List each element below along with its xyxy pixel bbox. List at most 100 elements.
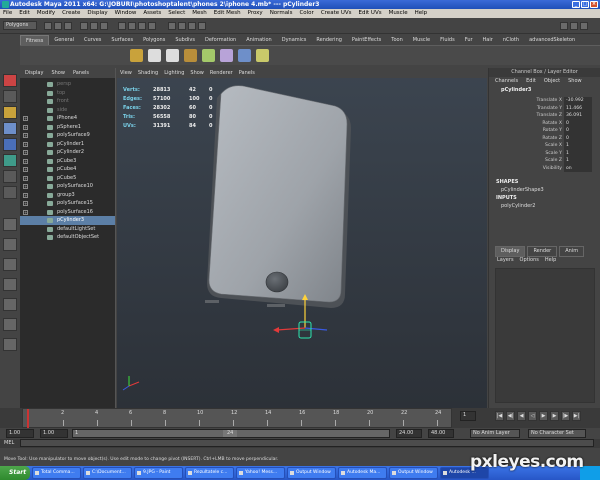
character-set-dropdown[interactable]: No Character Set	[528, 429, 586, 438]
outliner-item[interactable]: + iPhone4	[20, 114, 115, 123]
shelf-tab-dynamics[interactable]: Dynamics	[277, 35, 312, 45]
attribute-editor-toggle-icon[interactable]	[570, 22, 578, 30]
layout-script-icon[interactable]	[3, 338, 17, 351]
current-time-indicator[interactable]	[27, 409, 29, 428]
channel-box-menu-show[interactable]: Show	[568, 77, 582, 86]
menu-modify[interactable]: Modify	[37, 9, 55, 18]
layer-tab-anim[interactable]: Anim	[559, 246, 585, 257]
outliner-item[interactable]: + polySurface10	[20, 182, 115, 191]
render-icon[interactable]	[178, 22, 186, 30]
expand-icon[interactable]: +	[23, 133, 28, 138]
shelf-tool-icon[interactable]	[202, 49, 215, 62]
history-icon[interactable]	[168, 22, 176, 30]
shelf-tab-toon[interactable]: Toon	[386, 35, 408, 45]
attribute-value[interactable]: 1	[564, 157, 592, 165]
layout-persp-graph-icon[interactable]	[3, 278, 17, 291]
shelf-tool-icon[interactable]	[148, 49, 161, 62]
menu-select[interactable]: Select	[168, 9, 185, 18]
render-settings-icon[interactable]	[198, 22, 206, 30]
outliner-item[interactable]: front	[20, 97, 115, 106]
step-back-frame-icon[interactable]: ◀	[517, 411, 526, 421]
shelf-tab-animation[interactable]: Animation	[241, 35, 277, 45]
outliner-menu-panels[interactable]: Panels	[73, 68, 89, 78]
menu-mesh[interactable]: Mesh	[192, 9, 206, 18]
channel-attribute[interactable]: Translate Z 36.091	[489, 112, 600, 120]
menu-normals[interactable]: Normals	[270, 9, 293, 18]
channel-attribute[interactable]: Rotate Z0	[489, 134, 600, 142]
taskbar-button[interactable]: Total Comma...	[32, 467, 81, 479]
expand-icon[interactable]: +	[23, 175, 28, 181]
shelf-tab-fitness[interactable]: Fitness	[20, 35, 50, 45]
shelf-tab-advancedskeleton[interactable]: advancedSkeleton	[524, 35, 580, 45]
outliner-item[interactable]: + pCylinder2	[20, 148, 115, 157]
attribute-value[interactable]: 1	[564, 142, 592, 150]
outliner-item[interactable]: + pCube3	[20, 157, 115, 166]
outliner-item[interactable]: + pCube4	[20, 165, 115, 174]
select-component-icon[interactable]	[100, 22, 108, 30]
play-forward-icon[interactable]: ▶	[539, 411, 548, 421]
attribute-value[interactable]: 36.091	[564, 112, 592, 120]
command-input[interactable]	[20, 439, 594, 447]
shelf-tab-fur[interactable]: Fur	[460, 35, 478, 45]
outliner-menu-display[interactable]: Display	[25, 68, 43, 78]
layout-persp-outliner-icon[interactable]	[3, 258, 17, 271]
menuset-dropdown[interactable]: Polygons	[3, 21, 37, 30]
menu-edit-uvs[interactable]: Edit UVs	[359, 9, 382, 18]
shelf-tool-icon[interactable]	[256, 49, 269, 62]
current-frame-field[interactable]: 1	[460, 411, 476, 421]
outliner-item[interactable]: + polySurface16	[20, 208, 115, 217]
layer-menu-options[interactable]: Options	[520, 256, 539, 264]
shelf-tab-painteffects[interactable]: PaintEffects	[347, 35, 386, 45]
go-to-end-icon[interactable]: ▶|	[572, 411, 581, 421]
channel-attribute[interactable]: Rotate Y0	[489, 127, 600, 135]
outliner-item[interactable]: defaultObjectSet	[20, 233, 115, 242]
snap-grid-icon[interactable]	[118, 22, 126, 30]
shelf-tab-subdivs[interactable]: Subdivs	[170, 35, 200, 45]
time-slider-track[interactable]: 2 4 6 8 10 12 14 16 18 20 22 24	[22, 408, 452, 428]
step-back-key-icon[interactable]: ◀|	[506, 411, 515, 421]
layer-menu-layers[interactable]: Layers	[497, 256, 514, 264]
taskbar-button[interactable]: Rezultatele c...	[185, 467, 234, 479]
select-tool-icon[interactable]	[3, 74, 17, 87]
snap-point-icon[interactable]	[138, 22, 146, 30]
menu-create[interactable]: Create	[62, 9, 80, 18]
shelf-tool-icon[interactable]	[220, 49, 233, 62]
menu-display[interactable]: Display	[87, 9, 107, 18]
select-object-icon[interactable]	[90, 22, 98, 30]
expand-icon[interactable]: +	[23, 150, 28, 155]
start-button[interactable]: Start	[0, 466, 30, 480]
input-node-name[interactable]: polyCylinder2	[489, 202, 600, 210]
shelf-tool-icon[interactable]	[184, 49, 197, 62]
menu-muscle[interactable]: Muscle	[389, 9, 408, 18]
open-scene-icon[interactable]	[54, 22, 62, 30]
tool-settings-toggle-icon[interactable]	[580, 22, 588, 30]
play-backward-icon[interactable]: ◁	[528, 411, 537, 421]
expand-icon[interactable]: +	[23, 158, 28, 164]
minimize-button[interactable]: _	[572, 1, 580, 8]
close-button[interactable]: ×	[590, 1, 598, 8]
manipulator-tool-icon[interactable]	[3, 170, 17, 183]
shelf-tab-deformation[interactable]: Deformation	[200, 35, 241, 45]
outliner-item[interactable]: + pCylinder1	[20, 140, 115, 149]
snap-plane-icon[interactable]	[148, 22, 156, 30]
expand-icon[interactable]: +	[23, 124, 28, 130]
new-scene-icon[interactable]	[44, 22, 52, 30]
layer-menu-help[interactable]: Help	[545, 256, 556, 264]
channel-attribute[interactable]: Visibility on	[489, 164, 600, 172]
outliner-item[interactable]: top	[20, 89, 115, 98]
attribute-value[interactable]: 0	[564, 134, 592, 142]
channel-attribute[interactable]: Translate Y 11.466	[489, 104, 600, 112]
shelf-tool-icon[interactable]	[130, 49, 143, 62]
menu-edit[interactable]: Edit	[19, 9, 30, 18]
layout-hypershade-icon[interactable]	[3, 298, 17, 311]
phone-3d-model[interactable]	[208, 85, 348, 303]
taskbar-button[interactable]: Yahoo! Mess...	[236, 467, 285, 479]
menu-file[interactable]: File	[3, 9, 12, 18]
menu-window[interactable]: Window	[115, 9, 137, 18]
channel-box-menu-object[interactable]: Object	[544, 77, 560, 86]
channel-attribute[interactable]: Translate X -30.992	[489, 97, 600, 105]
outliner-item[interactable]: pCylinder3	[20, 216, 115, 225]
taskbar-button[interactable]: Output Window	[287, 467, 336, 479]
selected-node-name[interactable]: pCylinder3	[489, 86, 600, 95]
outliner-menu-show[interactable]: Show	[51, 68, 65, 78]
